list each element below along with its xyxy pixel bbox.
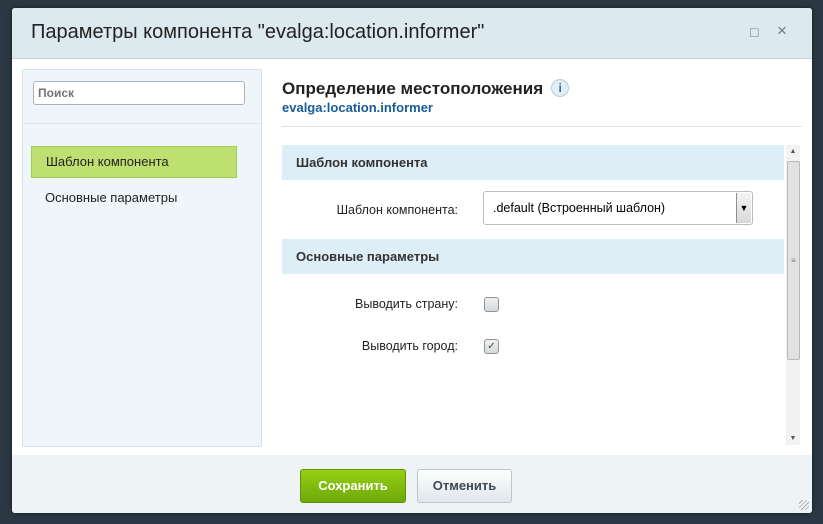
component-id: evalga:location.informer	[282, 100, 433, 115]
template-select[interactable]: .default (Встроенный шаблон) ▼	[483, 191, 753, 225]
scrollbar[interactable]: ▲ ≡ ▼	[786, 145, 800, 445]
params-panel: Шаблон компонента Шаблон компонента: .de…	[282, 145, 802, 445]
scroll-down-icon[interactable]: ▼	[786, 435, 800, 442]
show-country-checkbox[interactable]	[484, 297, 499, 312]
page-title: Определение местоположения	[282, 79, 544, 98]
section-template: Шаблон компонента	[282, 145, 784, 180]
info-icon[interactable]: i	[551, 79, 570, 97]
sidebar-item-template[interactable]: Шаблон компонента	[31, 146, 237, 178]
close-icon[interactable]: ×	[777, 21, 787, 41]
scroll-up-icon[interactable]: ▲	[786, 148, 800, 155]
divider	[282, 126, 802, 127]
section-main-params: Основные параметры	[282, 239, 784, 274]
show-city-label: Выводить город:	[361, 339, 458, 353]
show-country-label: Выводить страну:	[355, 297, 458, 311]
chevron-down-icon[interactable]: ▼	[736, 193, 751, 223]
sidebar: Шаблон компонента Основные параметры	[22, 69, 262, 447]
divider	[23, 123, 261, 124]
main-header: Определение местоположения i evalga:locat…	[282, 69, 802, 127]
save-button[interactable]: Сохранить	[300, 469, 406, 503]
template-select-value: .default (Встроенный шаблон)	[493, 201, 666, 215]
dialog-header[interactable]: Параметры компонента "evalga:location.in…	[12, 8, 812, 59]
show-city-checkbox[interactable]: ✓	[484, 339, 499, 354]
sidebar-item-main-params[interactable]: Основные параметры	[31, 183, 237, 215]
scrollbar-thumb[interactable]: ≡	[787, 161, 800, 360]
maximize-icon[interactable]: □	[750, 24, 758, 40]
dialog-title: Параметры компонента "evalga:location.in…	[31, 21, 485, 43]
search-input[interactable]	[33, 81, 245, 105]
resize-grip-icon[interactable]	[799, 500, 809, 510]
dialog-footer: Сохранить Отменить	[12, 455, 812, 513]
cancel-button[interactable]: Отменить	[417, 469, 512, 503]
component-params-dialog: Параметры компонента "evalga:location.in…	[12, 8, 812, 513]
template-label: Шаблон компонента:	[336, 203, 458, 217]
